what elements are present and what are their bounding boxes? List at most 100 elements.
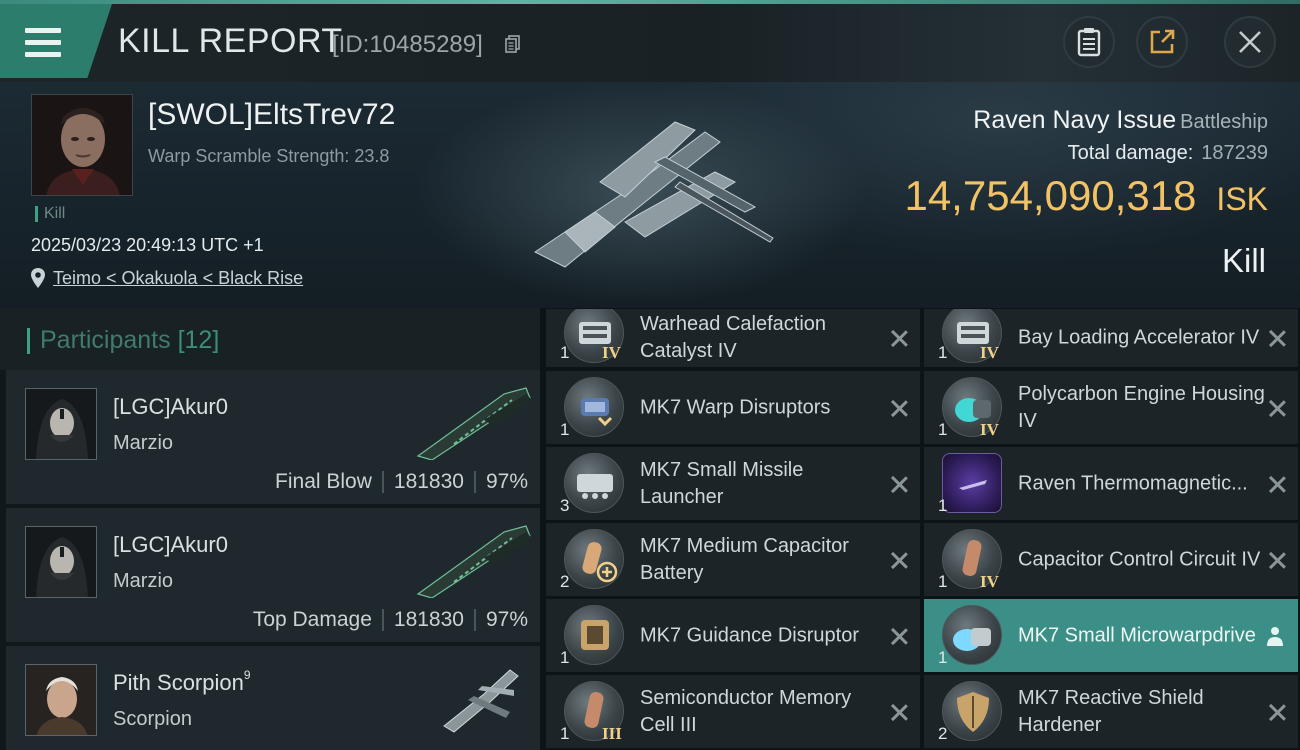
- participant-name[interactable]: Pith Scorpion9: [113, 668, 251, 696]
- module-quantity: 1: [938, 420, 948, 439]
- module-quantity: 1: [560, 724, 570, 743]
- ship-class: Battleship: [1180, 111, 1268, 133]
- participant-name[interactable]: [LGC]Akur0: [113, 532, 228, 558]
- module-slot[interactable]: 1 Raven Thermomagnetic...: [924, 447, 1298, 520]
- ship-type: Raven Navy Issue Battleship: [973, 106, 1268, 135]
- location-pin-icon: [31, 268, 45, 288]
- module-quantity: 1: [938, 648, 948, 667]
- ship-render: [534, 121, 774, 268]
- participants-label: Participants: [40, 326, 171, 354]
- module-tier: IV: [602, 343, 621, 362]
- isk-value: 14,754,090,318: [904, 172, 1197, 219]
- kill-timestamp: 2025/03/23 20:49:13 UTC +1: [31, 235, 264, 255]
- participant-name-text: Pith Scorpion: [113, 670, 244, 695]
- module-quantity: 1: [938, 496, 948, 515]
- participant-card[interactable]: [LGC]Akur0 Marzio Top Damage 181830 97%: [6, 508, 540, 642]
- module-slot[interactable]: 1 III Semiconductor Memory Cell III: [546, 675, 920, 748]
- stat-divider: [473, 609, 476, 632]
- close-icon: [1239, 31, 1261, 53]
- module-name: MK7 Medium Capacitor Battery: [640, 534, 849, 584]
- clipboard-icon: [1077, 28, 1101, 57]
- report-id: [ID:10485289]: [332, 31, 483, 58]
- ship-name[interactable]: Raven Navy Issue: [973, 106, 1176, 134]
- participant-superscript: 9: [243, 668, 251, 682]
- destroyed-x-icon: [1268, 703, 1286, 721]
- missile-launcher-icon: [577, 474, 613, 499]
- module-name: Warhead Calefaction Catalyst IV: [640, 313, 827, 362]
- participant-card[interactable]: Pith Scorpion9 Scorpion: [6, 646, 540, 750]
- module-slot[interactable]: 2 MK7 Reactive Shield Hardener: [924, 675, 1298, 748]
- victim-portrait-icon: [32, 95, 132, 195]
- module-name: Capacitor Control Circuit IV: [1018, 548, 1261, 570]
- module-slot[interactable]: 1 IV Capacitor Control Circuit IV: [924, 523, 1298, 596]
- participant-avatar: [25, 664, 97, 736]
- participants-count: [12]: [177, 326, 220, 354]
- victim-banner: [SWOL]EltsTrev72 Warp Scramble Strength:…: [0, 82, 1300, 308]
- module-slot[interactable]: 3 MK7 Small Missile Launcher: [546, 447, 920, 520]
- module-tier: III: [602, 724, 622, 743]
- module-slot[interactable]: 1 IV Warhead Calefaction Catalyst IV: [546, 309, 920, 367]
- top-accent-line: [0, 0, 1300, 4]
- victim-avatar[interactable]: [31, 94, 133, 196]
- menu-button[interactable]: [0, 4, 112, 78]
- location-link[interactable]: Teimo < Okakuola < Black Rise: [53, 268, 303, 289]
- module-quantity: 1: [938, 572, 948, 591]
- participant-damage: 181830: [393, 470, 464, 493]
- module-slot[interactable]: 2 MK7 Medium Capacitor Battery: [546, 523, 920, 596]
- participant-damage: 181830: [393, 608, 464, 631]
- participant-ship: Marzio: [113, 570, 174, 592]
- hamburger-icon: [25, 28, 61, 58]
- module-icon: [942, 681, 1002, 741]
- hooded-portrait-icon: [26, 527, 96, 597]
- module-name: MK7 Small Microwarpdrive: [1018, 624, 1256, 646]
- module-slot-dropped[interactable]: 1 MK7 Small Microwarpdrive: [924, 599, 1298, 672]
- share-button[interactable]: [1136, 16, 1188, 68]
- kill-result: Kill: [1221, 242, 1266, 279]
- microwarpdrive-icon: [953, 628, 991, 651]
- kill-tag: Kill: [35, 206, 65, 222]
- capacitor-battery-icon: [582, 542, 618, 583]
- isk-value-row: 14,754,090,318 ISK: [904, 172, 1268, 220]
- module-name: Bay Loading Accelerator IV: [1018, 326, 1260, 349]
- pilot-portrait-icon: [26, 665, 96, 735]
- destroyed-x-icon: [890, 703, 908, 721]
- module-tier: IV: [980, 572, 999, 591]
- participant-stats: Top Damage 181830 97%: [253, 608, 528, 632]
- destroyed-x-icon: [1268, 399, 1286, 417]
- participant-name[interactable]: [LGC]Akur0: [113, 394, 228, 420]
- shield-hardener-icon: [957, 692, 989, 732]
- module-slot[interactable]: 1 IV Bay Loading Accelerator IV: [924, 309, 1298, 367]
- destroyed-x-icon: [1268, 329, 1286, 347]
- share-icon: [1150, 29, 1175, 54]
- module-icon: [564, 453, 624, 513]
- victim-pilot-name[interactable]: [SWOL]EltsTrev72: [148, 98, 395, 132]
- module-quantity: 3: [560, 496, 570, 515]
- person-icon: [1267, 626, 1283, 646]
- guidance-disruptor-icon: [581, 620, 609, 650]
- marzio-ship-icon: [416, 387, 532, 460]
- module-name: Semiconductor Memory Cell III: [640, 686, 852, 736]
- destroyed-x-icon: [1268, 551, 1286, 569]
- participant-stats: Final Blow 181830 97%: [275, 470, 528, 494]
- destroyed-x-icon: [890, 475, 908, 493]
- module-name: MK7 Reactive Shield Hardener: [1018, 686, 1204, 736]
- module-slot[interactable]: 1 MK7 Warp Disruptors: [546, 371, 920, 444]
- destroyed-x-icon: [890, 627, 908, 645]
- participants-title: Participants [12]: [40, 326, 219, 355]
- module-slot[interactable]: 1 IV Polycarbon Engine Housing IV: [924, 371, 1298, 444]
- module-quantity: 1: [560, 648, 570, 667]
- module-slot[interactable]: 1 MK7 Guidance Disruptor: [546, 599, 920, 672]
- warp-disruptor-icon: [581, 398, 613, 427]
- hooded-portrait-icon: [26, 389, 96, 459]
- isk-unit: ISK: [1216, 181, 1268, 217]
- participant-card[interactable]: [LGC]Akur0 Marzio Final Blow 181830 97%: [6, 370, 540, 504]
- copy-icon[interactable]: [505, 35, 520, 53]
- close-button[interactable]: [1224, 16, 1276, 68]
- module-icon: [942, 605, 1002, 665]
- clipboard-button[interactable]: [1063, 16, 1115, 68]
- module-name: MK7 Guidance Disruptor: [640, 624, 859, 646]
- participant-role: Final Blow: [275, 470, 372, 493]
- stat-divider: [473, 471, 476, 494]
- module-name: MK7 Warp Disruptors: [640, 396, 831, 418]
- module-quantity: 2: [938, 724, 948, 743]
